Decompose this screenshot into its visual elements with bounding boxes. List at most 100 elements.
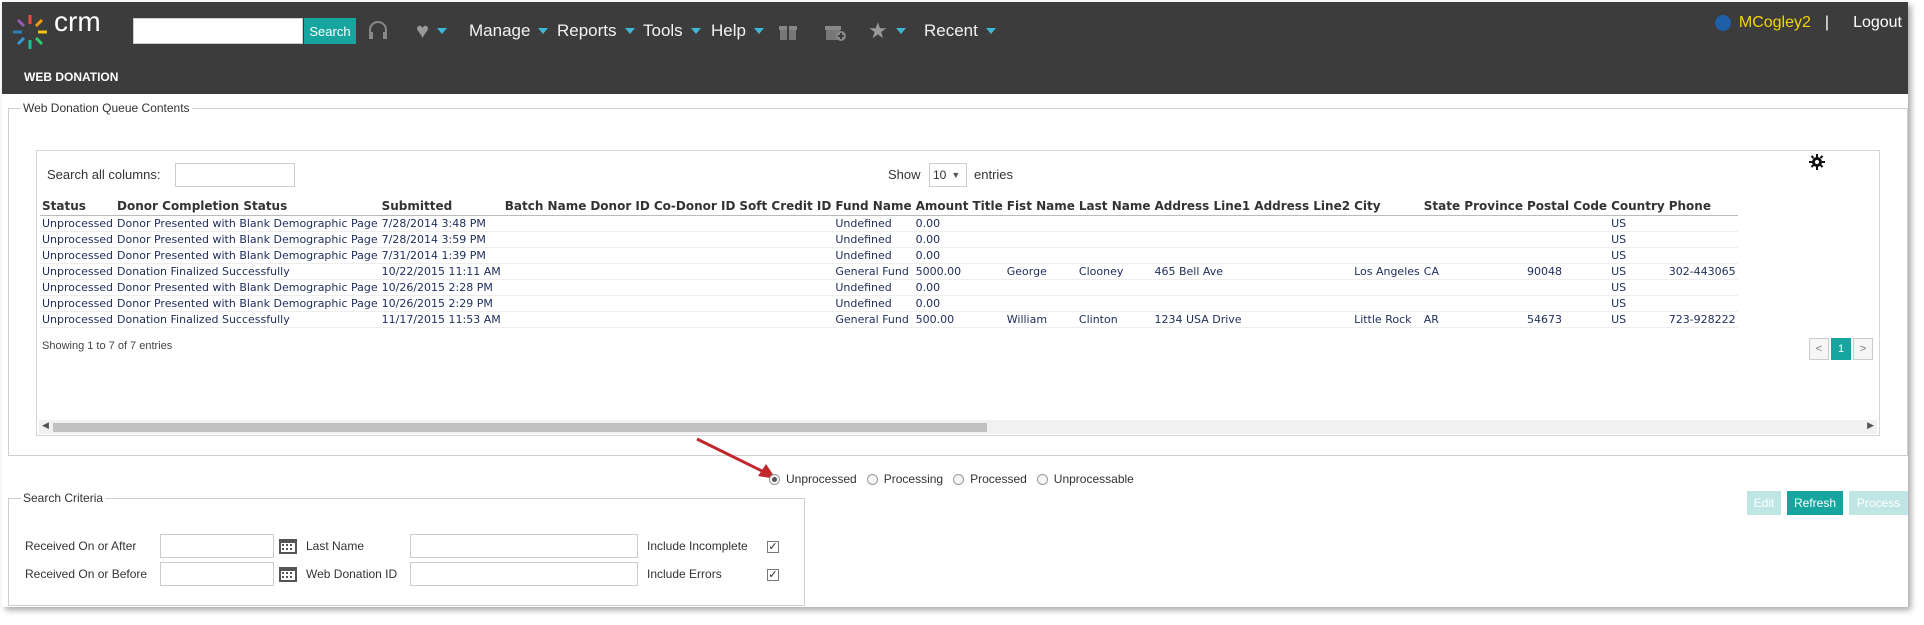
table-cell [1421, 231, 1525, 248]
nav-manage-label: Manage [469, 21, 531, 40]
table-cell: Undefined [833, 295, 914, 312]
calendar-icon[interactable] [278, 537, 298, 555]
prev-page-button[interactable]: < [1809, 338, 1829, 360]
table-cell: Donation Finalized Successfully [115, 263, 380, 280]
table-row[interactable]: Unprocessed Donation Finalized Successful… [40, 263, 1738, 280]
radio-selected-icon [769, 473, 780, 485]
global-search-button[interactable]: Search [304, 18, 356, 44]
entries-value: 10 [933, 168, 947, 182]
column-header[interactable]: Amount [913, 197, 971, 216]
column-header[interactable]: Donor ID [588, 197, 652, 216]
status-radio-processed[interactable]: Processed [953, 472, 1027, 486]
search-all-columns-input[interactable] [175, 163, 295, 187]
table-cell: Donor Presented with Blank Demographic P… [115, 295, 380, 312]
favorites-menu[interactable]: ♥ [416, 2, 448, 60]
table-cell: General Fund [833, 311, 914, 328]
chevron-down-icon [437, 28, 448, 34]
refresh-button[interactable]: Refresh [1787, 491, 1843, 515]
column-header[interactable]: Batch Name [502, 197, 589, 216]
nav-tools[interactable]: Tools [643, 2, 701, 60]
table-cell: 7/28/2014 3:48 PM [379, 215, 503, 232]
table-cell [1004, 279, 1077, 296]
scroll-right-icon[interactable]: ▶ [1867, 420, 1874, 431]
table-row[interactable]: Unprocessed Donor Presented with Blank De… [40, 231, 1738, 248]
column-header[interactable]: Last Name [1076, 197, 1153, 216]
user-avatar-icon[interactable] [1714, 15, 1731, 31]
calendar-icon[interactable] [278, 565, 298, 583]
gear-icon[interactable] [1809, 154, 1825, 170]
next-page-button[interactable]: > [1853, 338, 1873, 360]
edit-button[interactable]: Edit [1747, 491, 1781, 515]
queue-legend: Web Donation Queue Contents [21, 101, 192, 115]
table-cell [651, 311, 738, 328]
table-cell [1152, 295, 1253, 312]
entries-select[interactable]: 10 ▼ [929, 163, 967, 187]
table-cell [1152, 279, 1253, 296]
table-cell [651, 295, 738, 312]
process-button[interactable]: Process [1849, 491, 1908, 515]
column-header[interactable]: Phone [1666, 197, 1738, 216]
nav-recent[interactable]: Recent [924, 2, 996, 60]
received-after-input[interactable] [160, 534, 274, 558]
headset-icon[interactable] [367, 2, 389, 60]
bookmarks-menu[interactable]: ★ [868, 2, 906, 60]
table-cell [502, 311, 589, 328]
include-errors-checkbox[interactable]: ✓ [767, 569, 779, 581]
table-row[interactable]: Unprocessed Donor Presented with Blank De… [40, 247, 1738, 264]
column-header[interactable]: Postal Code [1524, 197, 1610, 216]
table-cell [1252, 247, 1353, 264]
table-cell [1352, 215, 1422, 232]
last-name-input[interactable] [410, 534, 638, 558]
table-row[interactable]: Unprocessed Donor Presented with Blank De… [40, 295, 1738, 312]
column-header[interactable]: Fund Name [833, 197, 914, 216]
table-cell [737, 247, 834, 264]
table-cell [1524, 215, 1610, 232]
include-incomplete-checkbox[interactable]: ✓ [767, 541, 779, 553]
column-header[interactable]: Address Line1 [1152, 197, 1253, 216]
horizontal-scrollbar[interactable]: ◀ ▶ [39, 420, 1877, 434]
table-cell: US [1609, 247, 1667, 264]
web-donation-id-input[interactable] [410, 562, 638, 586]
table-cell [1152, 231, 1253, 248]
nav-reports-label: Reports [557, 21, 617, 40]
table-row[interactable]: Unprocessed Donor Presented with Blank De… [40, 279, 1738, 296]
scrollbar-thumb[interactable] [53, 423, 987, 432]
status-radio-unprocessed[interactable]: Unprocessed [769, 472, 857, 486]
table-cell [1252, 263, 1353, 280]
received-before-input[interactable] [160, 562, 274, 586]
column-header[interactable]: Co-Donor ID [651, 197, 738, 216]
table-cell [1004, 247, 1077, 264]
username-link[interactable]: MCogley2 [1739, 14, 1811, 32]
column-header[interactable]: Country [1609, 197, 1667, 216]
column-header[interactable]: State Province [1421, 197, 1525, 216]
logout-link[interactable]: Logout [1853, 14, 1902, 32]
table-cell: Undefined [833, 279, 914, 296]
column-header[interactable]: Fist Name [1004, 197, 1077, 216]
add-gift-icon[interactable] [823, 2, 847, 60]
column-header[interactable]: Soft Credit ID [737, 197, 834, 216]
table-cell: 723-928222 [1666, 311, 1738, 328]
table-row[interactable]: Unprocessed Donor Presented with Blank De… [40, 215, 1738, 232]
last-name-label: Last Name [306, 539, 365, 553]
column-header[interactable]: Status [40, 197, 116, 216]
status-radio-processing[interactable]: Processing [866, 472, 943, 486]
table-cell: US [1609, 231, 1667, 248]
column-header[interactable]: Donor Completion Status [115, 197, 380, 216]
column-header[interactable]: Address Line2 [1252, 197, 1353, 216]
page-1-button[interactable]: 1 [1831, 338, 1851, 360]
nav-manage[interactable]: Manage [469, 2, 549, 60]
table-row[interactable]: Unprocessed Donation Finalized Successful… [40, 311, 1738, 328]
gift-icon[interactable] [777, 2, 799, 60]
column-header[interactable]: Title [970, 197, 1005, 216]
global-search-input[interactable] [133, 18, 303, 44]
scroll-left-icon[interactable]: ◀ [42, 420, 49, 431]
column-header[interactable]: City [1352, 197, 1422, 216]
column-header[interactable]: Submitted [379, 197, 503, 216]
table-cell: 0.00 [913, 247, 971, 264]
nav-help[interactable]: Help [711, 2, 764, 60]
nav-reports[interactable]: Reports [557, 2, 635, 60]
table-cell [1076, 247, 1153, 264]
status-radio-unprocessable[interactable]: Unprocessable [1036, 472, 1134, 486]
table-cell [588, 279, 652, 296]
show-label: Show [888, 167, 921, 182]
